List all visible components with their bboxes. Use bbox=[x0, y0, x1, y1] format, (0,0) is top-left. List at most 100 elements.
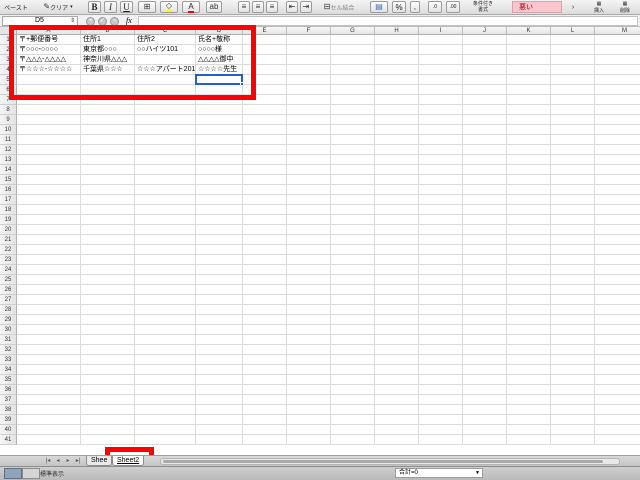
percent-button[interactable]: % bbox=[392, 1, 406, 13]
cell-e32[interactable] bbox=[243, 345, 287, 355]
cell-k37[interactable] bbox=[507, 395, 551, 405]
cell-f4[interactable] bbox=[287, 65, 331, 75]
cell-m13[interactable] bbox=[595, 155, 640, 165]
cell-j19[interactable] bbox=[463, 215, 507, 225]
cell-k26[interactable] bbox=[507, 285, 551, 295]
cell-f22[interactable] bbox=[287, 245, 331, 255]
cell-m9[interactable] bbox=[595, 115, 640, 125]
cell-i27[interactable] bbox=[419, 295, 463, 305]
cell-g2[interactable] bbox=[331, 45, 375, 55]
cell-m21[interactable] bbox=[595, 235, 640, 245]
name-box[interactable]: D5 bbox=[2, 16, 78, 26]
cell-a37[interactable] bbox=[17, 395, 81, 405]
row-header[interactable]: 20 bbox=[0, 225, 17, 235]
font-color-button[interactable]: A bbox=[182, 1, 200, 13]
cell-i33[interactable] bbox=[419, 355, 463, 365]
row-header[interactable]: 13 bbox=[0, 155, 17, 165]
cell-i15[interactable] bbox=[419, 175, 463, 185]
cell-d35[interactable] bbox=[196, 375, 243, 385]
cell-g39[interactable] bbox=[331, 415, 375, 425]
cell-m36[interactable] bbox=[595, 385, 640, 395]
cell-h18[interactable] bbox=[375, 205, 419, 215]
cell-d24[interactable] bbox=[196, 265, 243, 275]
cell-l3[interactable] bbox=[551, 55, 595, 65]
cell-m32[interactable] bbox=[595, 345, 640, 355]
cell-m2[interactable] bbox=[595, 45, 640, 55]
cell-h24[interactable] bbox=[375, 265, 419, 275]
cell-f34[interactable] bbox=[287, 365, 331, 375]
row-header[interactable]: 1 bbox=[0, 35, 17, 45]
cell-e35[interactable] bbox=[243, 375, 287, 385]
sheet-tab-sheet1[interactable]: Shee bbox=[86, 456, 113, 466]
cell-k11[interactable] bbox=[507, 135, 551, 145]
row-header[interactable]: 15 bbox=[0, 175, 17, 185]
cell-m40[interactable] bbox=[595, 425, 640, 435]
sum-readout[interactable]: 合計=0 ▼ bbox=[395, 468, 483, 478]
cell-m39[interactable] bbox=[595, 415, 640, 425]
select-all-corner[interactable] bbox=[0, 27, 17, 35]
indent-decrease-button[interactable]: ⇤ bbox=[286, 1, 298, 13]
cell-c25[interactable] bbox=[135, 275, 196, 285]
cell-e28[interactable] bbox=[243, 305, 287, 315]
cell-l17[interactable] bbox=[551, 195, 595, 205]
cell-j6[interactable] bbox=[463, 85, 507, 95]
cell-j35[interactable] bbox=[463, 375, 507, 385]
cell-d40[interactable] bbox=[196, 425, 243, 435]
cell-k6[interactable] bbox=[507, 85, 551, 95]
cell-g8[interactable] bbox=[331, 105, 375, 115]
fill-handle[interactable] bbox=[240, 82, 244, 86]
cell-j25[interactable] bbox=[463, 275, 507, 285]
cell-i19[interactable] bbox=[419, 215, 463, 225]
cell-i39[interactable] bbox=[419, 415, 463, 425]
cell-i23[interactable] bbox=[419, 255, 463, 265]
cell-g20[interactable] bbox=[331, 225, 375, 235]
cell-j4[interactable] bbox=[463, 65, 507, 75]
cell-j27[interactable] bbox=[463, 295, 507, 305]
cell-h27[interactable] bbox=[375, 295, 419, 305]
cell-e31[interactable] bbox=[243, 335, 287, 345]
cell-g4[interactable] bbox=[331, 65, 375, 75]
cell-b36[interactable] bbox=[81, 385, 135, 395]
cell-i31[interactable] bbox=[419, 335, 463, 345]
cell-i26[interactable] bbox=[419, 285, 463, 295]
row-header[interactable]: 6 bbox=[0, 85, 17, 95]
cell-l11[interactable] bbox=[551, 135, 595, 145]
cell-m6[interactable] bbox=[595, 85, 640, 95]
column-header-a[interactable]: A bbox=[17, 27, 81, 35]
cell-k10[interactable] bbox=[507, 125, 551, 135]
cell-d23[interactable] bbox=[196, 255, 243, 265]
cell-k8[interactable] bbox=[507, 105, 551, 115]
cell-k29[interactable] bbox=[507, 315, 551, 325]
cell-f20[interactable] bbox=[287, 225, 331, 235]
cell-i13[interactable] bbox=[419, 155, 463, 165]
formula-input[interactable] bbox=[138, 16, 638, 26]
cell-h21[interactable] bbox=[375, 235, 419, 245]
cell-m16[interactable] bbox=[595, 185, 640, 195]
cell-m19[interactable] bbox=[595, 215, 640, 225]
cell-m27[interactable] bbox=[595, 295, 640, 305]
cell-e30[interactable] bbox=[243, 325, 287, 335]
cell-g27[interactable] bbox=[331, 295, 375, 305]
cell-g3[interactable] bbox=[331, 55, 375, 65]
cell-k35[interactable] bbox=[507, 375, 551, 385]
cell-d20[interactable] bbox=[196, 225, 243, 235]
row-header[interactable]: 16 bbox=[0, 185, 17, 195]
cell-k33[interactable] bbox=[507, 355, 551, 365]
cell-k3[interactable] bbox=[507, 55, 551, 65]
cell-k25[interactable] bbox=[507, 275, 551, 285]
row-header[interactable]: 19 bbox=[0, 215, 17, 225]
cell-e18[interactable] bbox=[243, 205, 287, 215]
cell-g14[interactable] bbox=[331, 165, 375, 175]
cell-k15[interactable] bbox=[507, 175, 551, 185]
row-header[interactable]: 32 bbox=[0, 345, 17, 355]
cell-h35[interactable] bbox=[375, 375, 419, 385]
cell-l33[interactable] bbox=[551, 355, 595, 365]
cell-f11[interactable] bbox=[287, 135, 331, 145]
cell-c12[interactable] bbox=[135, 145, 196, 155]
cell-h14[interactable] bbox=[375, 165, 419, 175]
cell-a12[interactable] bbox=[17, 145, 81, 155]
cell-d38[interactable] bbox=[196, 405, 243, 415]
cell-b14[interactable] bbox=[81, 165, 135, 175]
cell-k23[interactable] bbox=[507, 255, 551, 265]
cell-d10[interactable] bbox=[196, 125, 243, 135]
